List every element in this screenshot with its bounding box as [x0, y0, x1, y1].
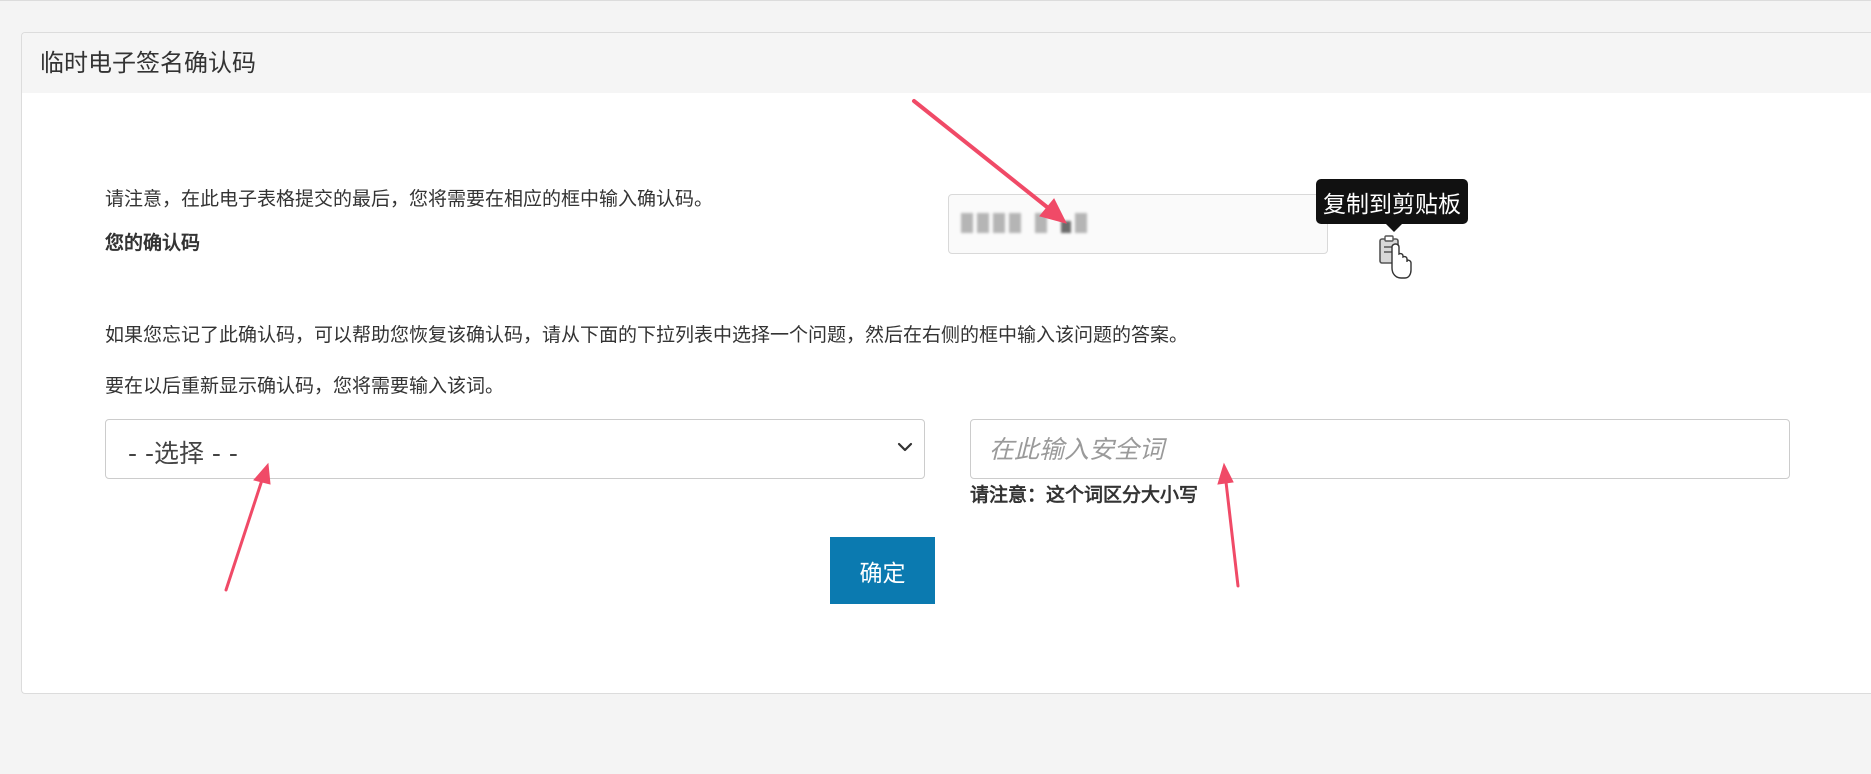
page-title: 临时电子签名确认码 [40, 49, 256, 77]
copy-tooltip: 复制到剪贴板 [1316, 179, 1468, 232]
case-sensitivity-note: 请注意：这个词区分大小写 [970, 484, 1199, 506]
code-label: 您的确认码 [105, 232, 201, 254]
confirmation-panel: 临时电子签名确认码 [21, 32, 1871, 694]
chevron-down-icon [897, 442, 913, 452]
confirm-button[interactable]: 确定 [830, 537, 935, 604]
intro-notice: 请注意，在此电子表格提交的最后，您将需要在相应的框中输入确认码。 [105, 188, 714, 210]
masked-code-value [961, 213, 1087, 233]
security-word-input[interactable] [970, 419, 1790, 479]
select-value: - -选择 - - [128, 439, 238, 468]
clipboard-icon[interactable] [1378, 234, 1412, 280]
security-question-select[interactable]: - -选择 - - [105, 419, 925, 479]
confirmation-code-field[interactable] [948, 194, 1328, 254]
top-divider [0, 0, 1871, 1]
recovery-instructions: 如果您忘记了此确认码，可以帮助您恢复该确认码，请从下面的下拉列表中选择一个问题，… [105, 324, 1189, 346]
panel-header: 临时电子签名确认码 [22, 33, 1871, 93]
redisplay-instructions: 要在以后重新显示确认码，您将需要输入该词。 [105, 375, 505, 397]
